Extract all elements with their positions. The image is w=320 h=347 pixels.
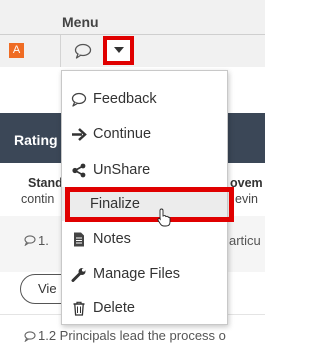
- menu-item-label: Delete: [93, 300, 135, 316]
- mouse-pointer-icon: [157, 208, 171, 227]
- continuing-label: contin: [21, 192, 55, 206]
- wrench-icon: [71, 268, 86, 282]
- standard-row-text: articu: [229, 233, 261, 248]
- menu-item-label: Feedback: [93, 91, 157, 107]
- arrow-right-icon: [72, 128, 87, 141]
- standard-1-2-text: 1.2 Principals lead the process o: [38, 328, 226, 343]
- menu-item-manage-files[interactable]: Manage Files: [62, 257, 227, 291]
- menu-title: Menu: [62, 14, 99, 30]
- feedback-speech-icon[interactable]: [74, 43, 92, 59]
- menu-dropdown-button[interactable]: [103, 36, 134, 65]
- chevron-down-icon: [114, 47, 124, 53]
- menu-item-label: Manage Files: [93, 266, 181, 282]
- app-badge[interactable]: A: [9, 43, 24, 58]
- menu-item-notes[interactable]: Notes: [62, 222, 227, 256]
- menu-item-delete[interactable]: Delete: [62, 291, 227, 325]
- menu-item-label: Continue: [93, 126, 152, 142]
- document-icon: [74, 232, 84, 247]
- menu-item-label: UnShare: [93, 162, 151, 178]
- standard-row-number: 1.: [38, 233, 49, 248]
- rating-heading: Rating: [14, 132, 58, 148]
- toolbar: Menu A: [0, 0, 265, 67]
- menu-item-unshare[interactable]: UnShare: [62, 153, 227, 187]
- share-icon: [72, 163, 86, 178]
- toolbar-separator: [60, 35, 61, 67]
- standard-column-heading: Stand: [28, 176, 63, 190]
- trash-icon: [73, 301, 85, 316]
- toolbar-divider: [0, 34, 265, 35]
- menu-item-label: Notes: [93, 231, 131, 247]
- finalize-highlight-box: [65, 187, 234, 222]
- menu-item-feedback[interactable]: Feedback: [62, 82, 227, 116]
- menu-item-continue[interactable]: Continue: [62, 117, 227, 151]
- comment-icon[interactable]: [24, 235, 36, 246]
- speech-bubble-icon: [71, 92, 87, 107]
- improvement-column-heading: ovem: [230, 176, 263, 190]
- achieving-label: evin: [235, 192, 258, 206]
- view-button-label: Vie: [38, 281, 57, 296]
- comment-icon[interactable]: [24, 331, 36, 342]
